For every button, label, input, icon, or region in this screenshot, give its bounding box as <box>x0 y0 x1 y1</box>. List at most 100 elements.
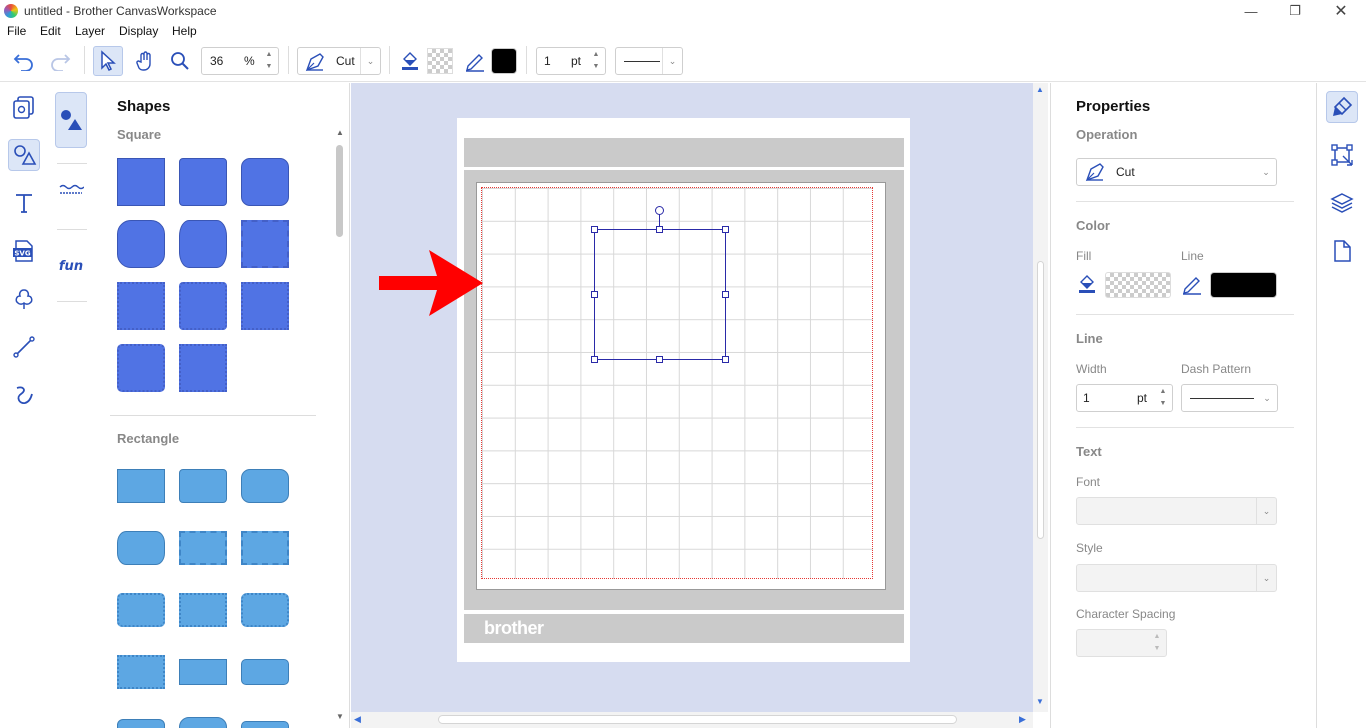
shape-rectangle-rounded[interactable] <box>179 469 227 503</box>
shape-square[interactable] <box>117 158 165 206</box>
fun-shapes-category-icon[interactable]: fun <box>55 247 87 283</box>
line-width-stepper[interactable]: ▲ ▼ <box>589 50 603 72</box>
layers-icon[interactable] <box>1326 187 1358 219</box>
svg-import-icon[interactable]: SVG <box>8 235 40 267</box>
resize-handle-nw[interactable] <box>591 226 598 233</box>
operation-dropdown[interactable]: Cut ⌄ <box>297 47 381 75</box>
shape-rectangle-wide-rounded[interactable] <box>241 659 289 685</box>
resize-handle-se[interactable] <box>722 356 729 363</box>
zoom-tool-icon[interactable] <box>165 46 195 76</box>
freehand-tool-icon[interactable] <box>8 379 40 411</box>
selected-square-shape[interactable] <box>594 229 726 360</box>
hand-tool-icon[interactable] <box>130 46 160 76</box>
scroll-down-arrow-icon[interactable]: ▼ <box>336 712 344 721</box>
line-pen-icon[interactable] <box>460 46 490 76</box>
menu-file[interactable]: File <box>7 24 26 38</box>
shape-square-rounded-large[interactable] <box>241 158 289 206</box>
menu-display[interactable]: Display <box>119 24 158 38</box>
dash-pattern-dropdown[interactable]: ⌄ <box>615 47 683 75</box>
undo-icon[interactable] <box>9 46 39 76</box>
fill-bucket-icon[interactable] <box>395 46 425 76</box>
scroll-down-arrow-icon[interactable]: ▼ <box>1036 697 1044 706</box>
fill-color-swatch[interactable] <box>427 48 453 74</box>
shape-square-scallop-3[interactable] <box>241 282 289 330</box>
trace-image-icon[interactable] <box>8 283 40 315</box>
shape-rectangle-partial-3[interactable] <box>241 721 289 728</box>
canvas-horizontal-scrollbar[interactable]: ◀ ▶ <box>351 712 1033 728</box>
shape-square-pillow[interactable] <box>179 220 227 268</box>
shape-rectangle-partial[interactable] <box>117 719 165 728</box>
canvas-area[interactable]: brother <box>351 83 1033 712</box>
menu-help[interactable]: Help <box>172 24 197 38</box>
width-input[interactable]: 1 pt ▲ ▼ <box>1076 384 1173 412</box>
resize-handle-s[interactable] <box>656 356 663 363</box>
scroll-left-arrow-icon[interactable]: ◀ <box>354 714 361 725</box>
select-tool-icon[interactable] <box>93 46 123 76</box>
rotate-handle[interactable] <box>655 206 664 215</box>
page-settings-icon[interactable] <box>1326 235 1358 267</box>
style-select: ⌄ <box>1076 564 1277 592</box>
zoom-stepper[interactable]: ▲ ▼ <box>262 50 276 72</box>
fill-color-swatch[interactable] <box>1105 272 1171 298</box>
scroll-right-arrow-icon[interactable]: ▶ <box>1019 714 1026 725</box>
scroll-up-arrow-icon[interactable]: ▲ <box>336 128 344 137</box>
menu-layer[interactable]: Layer <box>75 24 105 38</box>
fill-bucket-icon[interactable] <box>1076 273 1098 298</box>
shapes-tool-icon[interactable] <box>8 139 40 171</box>
shape-rectangle-rounded-large[interactable] <box>241 469 289 503</box>
shapes-scrollbar-thumb[interactable] <box>336 145 343 237</box>
canvas-vertical-scrollbar[interactable]: ▲ ▼ <box>1033 83 1048 712</box>
shape-rectangle-pillow[interactable] <box>117 531 165 565</box>
shape-square-scallop-2[interactable] <box>179 282 227 330</box>
mat-top-band <box>464 138 904 167</box>
shape-rectangle-wide[interactable] <box>179 659 227 685</box>
shape-rectangle-zigzag[interactable] <box>179 531 227 565</box>
line-tool-icon[interactable] <box>8 331 40 363</box>
redo-icon[interactable] <box>45 46 75 76</box>
restore-icon[interactable]: ❐ <box>1272 0 1318 22</box>
shape-rectangle-scallop-3[interactable] <box>241 593 289 627</box>
minimize-icon[interactable]: — <box>1228 0 1274 22</box>
pattern-library-icon[interactable] <box>8 91 40 123</box>
line-width-input[interactable]: 1 pt ▲ ▼ <box>536 47 606 75</box>
shape-rectangle-zigzag-2[interactable] <box>241 531 289 565</box>
line-pen-icon[interactable] <box>1181 273 1203 298</box>
shape-square-stamp[interactable] <box>179 344 227 392</box>
text-tool-icon[interactable] <box>8 187 40 219</box>
scroll-up-arrow-icon[interactable]: ▲ <box>1036 85 1044 94</box>
shapes-panel-scrollbar[interactable]: ▲ ▼ <box>334 128 346 721</box>
properties-panel: Properties Operation Cut ⌄ Color Fill Li… <box>1050 83 1317 728</box>
canvas-hscroll-thumb[interactable] <box>438 715 957 724</box>
shape-rectangle-stamp[interactable] <box>117 655 165 689</box>
operation-select[interactable]: Cut ⌄ <box>1076 158 1277 186</box>
dash-pattern-select[interactable]: ⌄ <box>1181 384 1278 412</box>
title-bar: untitled - Brother CanvasWorkspace — ❐ ✕ <box>0 0 1366 22</box>
width-unit: pt <box>1137 391 1148 405</box>
shape-square-scallop[interactable] <box>117 282 165 330</box>
resize-handle-sw[interactable] <box>591 356 598 363</box>
canvas-vscroll-thumb[interactable] <box>1037 261 1044 539</box>
line-color-swatch[interactable] <box>491 48 517 74</box>
resize-handle-n[interactable] <box>656 226 663 233</box>
dash-pattern-label: Dash Pattern <box>1181 362 1252 376</box>
transform-icon[interactable] <box>1326 139 1358 171</box>
properties-paintbrush-icon[interactable] <box>1326 91 1358 123</box>
shape-square-rounded[interactable] <box>179 158 227 206</box>
basic-shapes-category-icon[interactable] <box>55 92 87 148</box>
close-icon[interactable]: ✕ <box>1318 0 1364 22</box>
borders-category-icon[interactable] <box>55 173 87 209</box>
line-color-swatch[interactable] <box>1210 272 1277 298</box>
width-stepper[interactable]: ▲ ▼ <box>1156 387 1170 409</box>
shape-rectangle-scallop-2[interactable] <box>179 593 227 627</box>
menu-edit[interactable]: Edit <box>40 24 61 38</box>
shape-rectangle[interactable] <box>117 469 165 503</box>
shape-rectangle-partial-2[interactable] <box>179 717 227 728</box>
resize-handle-ne[interactable] <box>722 226 729 233</box>
shape-square-round-corners[interactable] <box>117 220 165 268</box>
shape-square-zigzag[interactable] <box>241 220 289 268</box>
zoom-input[interactable]: 36 % ▲ ▼ <box>201 47 279 75</box>
shape-rectangle-scallop[interactable] <box>117 593 165 627</box>
resize-handle-e[interactable] <box>722 291 729 298</box>
shape-square-wavy[interactable] <box>117 344 165 392</box>
resize-handle-w[interactable] <box>591 291 598 298</box>
